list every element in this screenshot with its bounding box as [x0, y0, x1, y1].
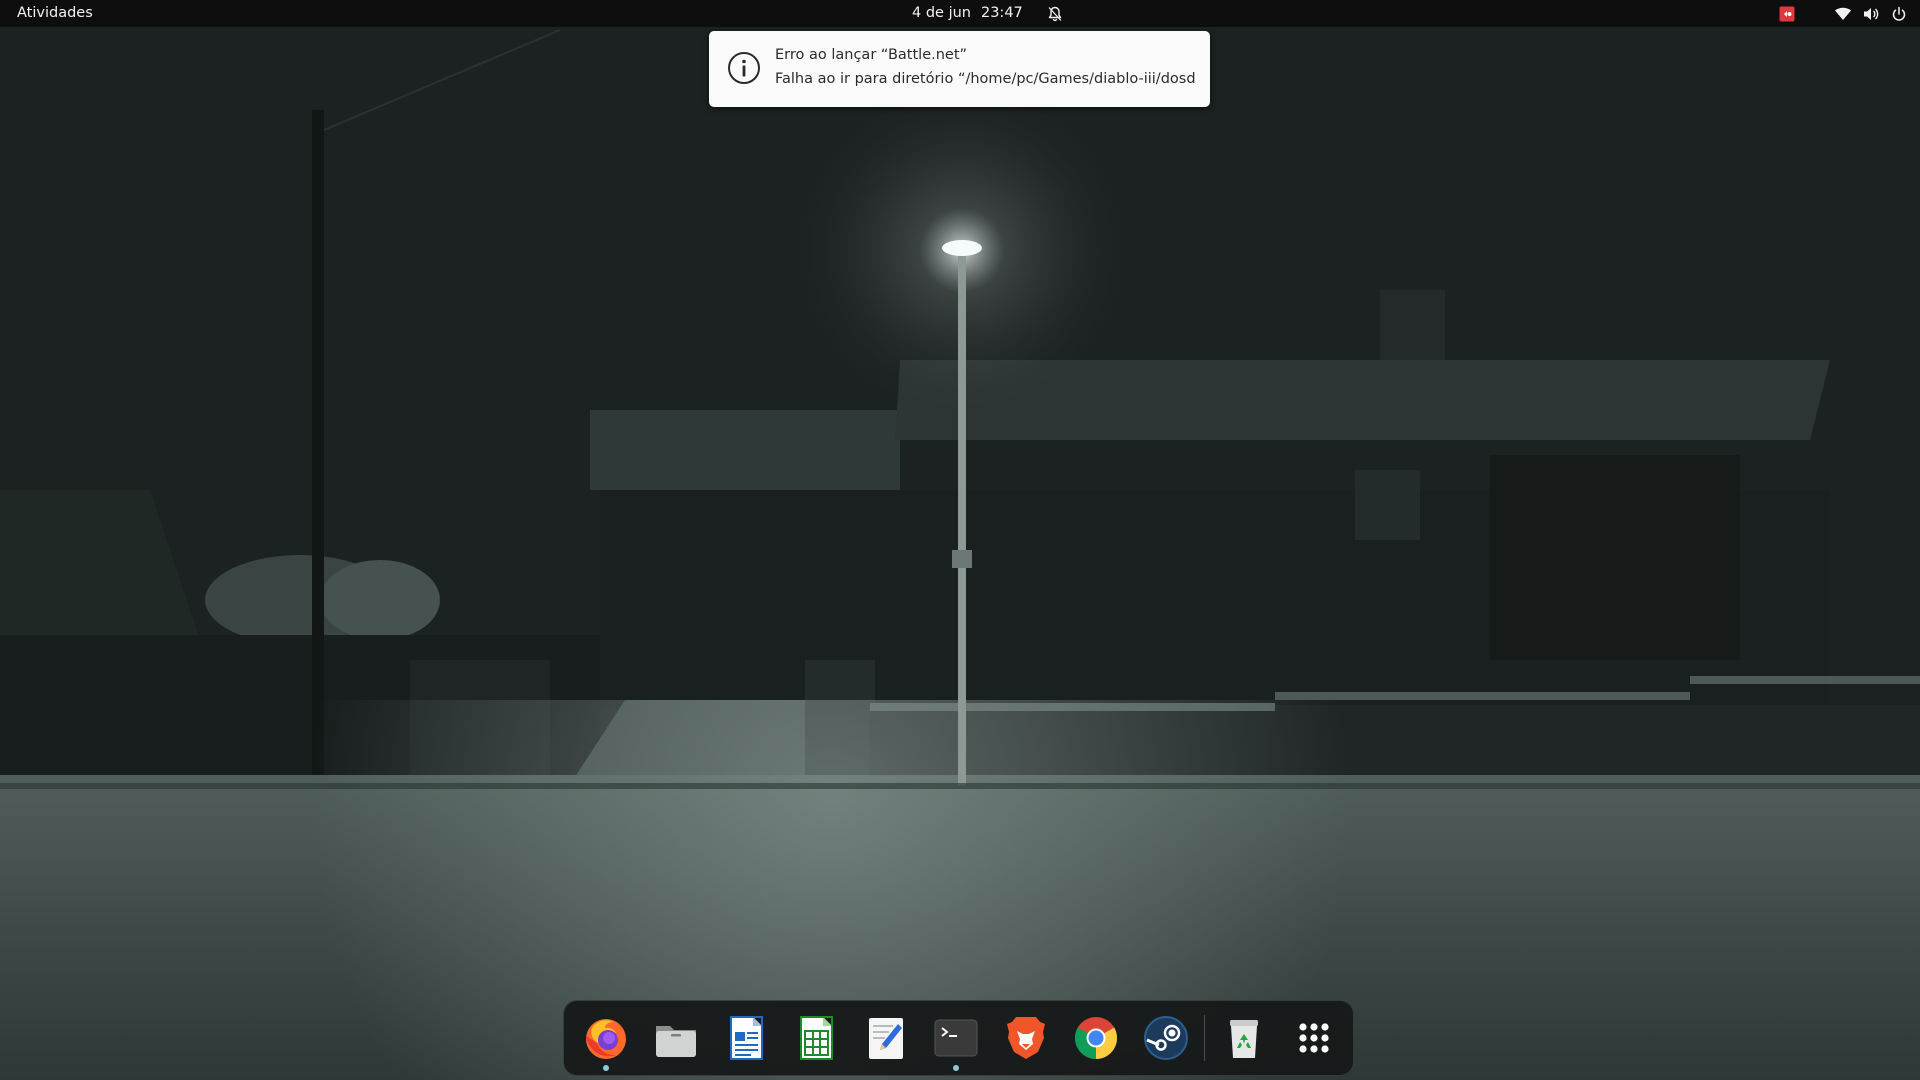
desktop-wallpaper — [0, 0, 1920, 1080]
terminal-icon — [934, 1019, 978, 1057]
notification-body: Falha ao ir para diretório “/home/pc/Gam… — [775, 71, 1195, 87]
wifi-icon[interactable] — [1834, 5, 1852, 23]
libreoffice-calc-icon — [800, 1016, 833, 1060]
error-notification[interactable]: Erro ao lançar “Battle.net” Falha ao ir … — [709, 31, 1210, 107]
grid-icon — [1299, 1023, 1329, 1053]
dock-separator — [1204, 1015, 1205, 1061]
dock-files[interactable] — [651, 1013, 701, 1063]
power-icon[interactable] — [1890, 5, 1908, 23]
notification-title: Erro ao lançar “Battle.net” — [775, 47, 968, 63]
screen-record-icon[interactable] — [1778, 5, 1796, 23]
top-bar: Atividades 4 de jun 23:47 — [0, 0, 1920, 27]
dock-brave[interactable] — [1001, 1013, 1051, 1063]
dock-terminal[interactable] — [931, 1013, 981, 1071]
dock-steam[interactable] — [1141, 1013, 1191, 1063]
alarm-bell-icon — [1048, 6, 1062, 21]
text-editor-icon — [869, 1018, 903, 1059]
system-tray[interactable] — [1778, 0, 1908, 27]
activities-button[interactable]: Atividades — [17, 0, 93, 27]
files-folder-icon — [656, 1026, 696, 1057]
running-indicator — [603, 1065, 609, 1071]
clock-date: 4 de jun — [912, 5, 971, 21]
dock-firefox[interactable] — [581, 1013, 631, 1071]
libreoffice-writer-icon — [730, 1016, 763, 1060]
trash-recycle-icon — [1230, 1020, 1258, 1058]
brave-lion-icon — [1007, 1017, 1045, 1059]
info-icon — [728, 52, 760, 84]
volume-icon[interactable] — [1862, 5, 1880, 23]
show-applications-button[interactable] — [1289, 1013, 1339, 1063]
dock-chrome[interactable] — [1071, 1013, 1121, 1063]
dock-libreoffice-writer[interactable] — [721, 1013, 771, 1063]
chrome-icon — [1074, 1017, 1118, 1059]
firefox-icon — [586, 1019, 626, 1059]
dock-trash[interactable] — [1219, 1013, 1269, 1063]
clock-time: 23:47 — [980, 5, 1023, 21]
running-indicator — [953, 1065, 959, 1071]
dock — [563, 1000, 1354, 1076]
clock-button[interactable]: 4 de jun 23:47 — [912, 0, 1063, 27]
dock-text-editor[interactable] — [861, 1013, 911, 1063]
dock-libreoffice-calc[interactable] — [791, 1013, 841, 1063]
steam-icon — [1144, 1016, 1188, 1060]
